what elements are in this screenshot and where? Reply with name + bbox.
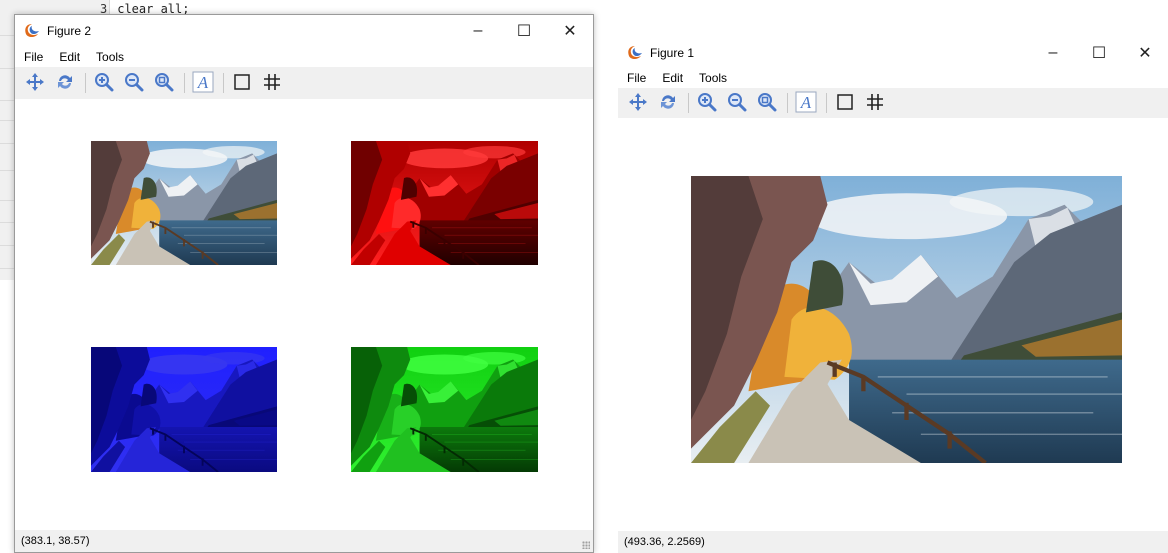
toolbar-separator <box>826 93 827 113</box>
close-button[interactable]: ✕ <box>1122 38 1168 68</box>
zoom-in-icon <box>94 72 114 95</box>
figure1-window: Figure 1 – ☐ ✕ File Edit Tools A (493.36… <box>618 38 1168 553</box>
pan-button[interactable] <box>21 70 49 96</box>
close-button[interactable]: ✕ <box>547 15 593 47</box>
svg-text:A: A <box>197 73 209 92</box>
figure2-canvas[interactable] <box>15 99 593 530</box>
svg-text:A: A <box>800 93 812 112</box>
rotate-button[interactable] <box>654 90 682 116</box>
minimize-button[interactable]: – <box>1030 38 1076 68</box>
figure1-toolbar: A <box>618 88 1168 118</box>
close-icon: ✕ <box>563 23 577 40</box>
app-logo-icon <box>626 45 644 61</box>
zoom-extent-icon <box>154 72 174 95</box>
zoom-in-button[interactable] <box>90 70 118 96</box>
rotate-icon <box>55 72 75 95</box>
toolbar-separator <box>787 93 788 113</box>
toolbar-separator <box>184 73 185 93</box>
resize-grip-icon[interactable] <box>582 541 590 549</box>
menu-tools[interactable]: Tools <box>699 71 727 85</box>
blue-channel-image[interactable] <box>91 347 277 472</box>
toggle-grid-button[interactable] <box>861 90 889 116</box>
draw-rectangle-icon <box>835 92 855 115</box>
green-channel-image[interactable] <box>351 347 538 472</box>
menu-tools[interactable]: Tools <box>96 50 124 64</box>
toolbar-separator <box>223 73 224 93</box>
insert-text-button[interactable]: A <box>189 70 217 96</box>
cursor-coordinates: (493.36, 2.2569) <box>624 536 705 548</box>
figure2-titlebar[interactable]: Figure 2 – ☐ ✕ <box>15 15 593 47</box>
toolbar-separator <box>688 93 689 113</box>
figure1-titlebar[interactable]: Figure 1 – ☐ ✕ <box>618 38 1168 68</box>
toggle-grid-icon <box>262 72 282 95</box>
close-icon: ✕ <box>1138 45 1152 62</box>
menu-edit[interactable]: Edit <box>59 50 80 64</box>
zoom-in-icon <box>697 92 717 115</box>
maximize-button[interactable]: ☐ <box>1076 38 1122 68</box>
minimize-icon: – <box>473 22 483 39</box>
menu-file[interactable]: File <box>627 71 646 85</box>
zoom-extent-icon <box>757 92 777 115</box>
pan-button[interactable] <box>624 90 652 116</box>
maximize-button[interactable]: ☐ <box>501 15 547 47</box>
zoom-out-button[interactable] <box>723 90 751 116</box>
app-logo-icon <box>23 23 41 39</box>
insert-text-icon: A <box>192 71 214 96</box>
figure1-statusbar: (493.36, 2.2569) <box>618 531 1168 553</box>
rotate-icon <box>658 92 678 115</box>
figure1-title: Figure 1 <box>650 46 695 60</box>
minimize-button[interactable]: – <box>455 15 501 47</box>
menu-edit[interactable]: Edit <box>662 71 683 85</box>
toggle-grid-icon <box>865 92 885 115</box>
toggle-grid-button[interactable] <box>258 70 286 96</box>
zoom-extent-button[interactable] <box>150 70 178 96</box>
figure2-toolbar: A <box>15 67 593 99</box>
figure1-menubar: File Edit Tools <box>618 68 1168 88</box>
zoom-out-button[interactable] <box>120 70 148 96</box>
zoom-out-icon <box>124 72 144 95</box>
pan-icon <box>628 92 648 115</box>
zoom-out-icon <box>727 92 747 115</box>
maximize-icon: ☐ <box>516 23 532 40</box>
minimize-icon: – <box>1048 44 1058 61</box>
figure2-title: Figure 2 <box>47 24 92 38</box>
zoom-in-button[interactable] <box>693 90 721 116</box>
cursor-coordinates: (383.1, 38.57) <box>21 535 90 547</box>
red-channel-image[interactable] <box>351 141 538 265</box>
zoom-extent-button[interactable] <box>753 90 781 116</box>
figure2-menubar: File Edit Tools <box>15 47 593 67</box>
pan-icon <box>25 72 45 95</box>
figure2-statusbar: (383.1, 38.57) <box>15 530 593 552</box>
insert-text-icon: A <box>795 91 817 116</box>
draw-rectangle-button[interactable] <box>228 70 256 96</box>
toolbar-separator <box>85 73 86 93</box>
figure1-canvas[interactable] <box>618 118 1168 531</box>
draw-rectangle-button[interactable] <box>831 90 859 116</box>
draw-rectangle-icon <box>232 72 252 95</box>
figure2-window: Figure 2 – ☐ ✕ File Edit Tools A (383.1,… <box>14 14 594 553</box>
menu-file[interactable]: File <box>24 50 43 64</box>
original-image[interactable] <box>91 141 277 265</box>
rotate-button[interactable] <box>51 70 79 96</box>
maximize-icon: ☐ <box>1091 45 1107 62</box>
original-image-large[interactable] <box>691 176 1122 463</box>
insert-text-button[interactable]: A <box>792 90 820 116</box>
